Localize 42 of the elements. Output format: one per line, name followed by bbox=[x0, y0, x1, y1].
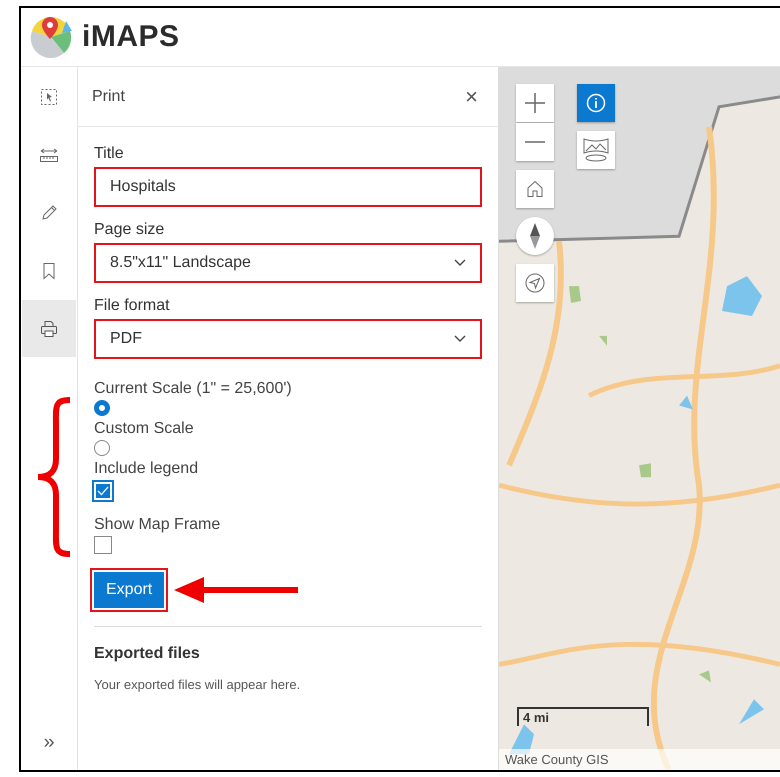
close-button[interactable]: × bbox=[465, 84, 478, 110]
zoom-in-button[interactable] bbox=[516, 84, 554, 122]
toolbar-button[interactable] bbox=[22, 300, 76, 357]
map-attribution: Wake County GIS bbox=[499, 749, 780, 770]
ruler-icon bbox=[39, 146, 59, 164]
landscape-rotate-icon bbox=[582, 137, 610, 163]
locate-button[interactable] bbox=[516, 264, 554, 302]
field-label: File format bbox=[94, 297, 170, 315]
info-button[interactable] bbox=[577, 84, 615, 122]
compass-icon bbox=[530, 223, 540, 249]
text-field[interactable]: Hospitals bbox=[94, 167, 482, 207]
printer-icon bbox=[40, 320, 58, 338]
select-area-icon bbox=[40, 88, 58, 106]
home-button[interactable] bbox=[516, 170, 554, 208]
radio-label: Current Scale (1" = 25,600') bbox=[94, 380, 292, 398]
dropdown-field[interactable]: PDF bbox=[94, 319, 482, 359]
checkbox[interactable] bbox=[92, 480, 114, 502]
plus-icon bbox=[525, 93, 545, 113]
panel-title: Print bbox=[92, 88, 125, 106]
export-button[interactable]: Export bbox=[90, 568, 168, 612]
check-icon bbox=[96, 484, 110, 498]
radio-button[interactable] bbox=[94, 440, 110, 456]
app-logo-text: iMAPS bbox=[82, 20, 180, 54]
minus-icon bbox=[525, 140, 545, 144]
chevron-down-icon bbox=[454, 259, 466, 267]
checkbox-label: Include legend bbox=[94, 460, 198, 478]
info-icon bbox=[586, 93, 606, 113]
section-heading: Exported files bbox=[94, 645, 200, 663]
empty-message: Your exported files will appear here. bbox=[94, 677, 300, 692]
checkbox-label: Show Map Frame bbox=[94, 516, 220, 534]
panorama-button[interactable] bbox=[577, 131, 615, 169]
scale-bar: 4 mi bbox=[517, 707, 649, 726]
field-label: Page size bbox=[94, 221, 164, 239]
home-icon bbox=[526, 180, 544, 198]
expand-button[interactable]: » bbox=[39, 731, 59, 754]
dropdown-field[interactable]: 8.5"x11" Landscape bbox=[94, 243, 482, 283]
radio-label: Custom Scale bbox=[94, 420, 194, 438]
checkbox[interactable] bbox=[94, 536, 112, 554]
field-label: Title bbox=[94, 145, 124, 163]
radio-button[interactable] bbox=[94, 400, 110, 416]
chevron-down-icon bbox=[454, 335, 466, 343]
pencil-icon bbox=[40, 204, 58, 222]
